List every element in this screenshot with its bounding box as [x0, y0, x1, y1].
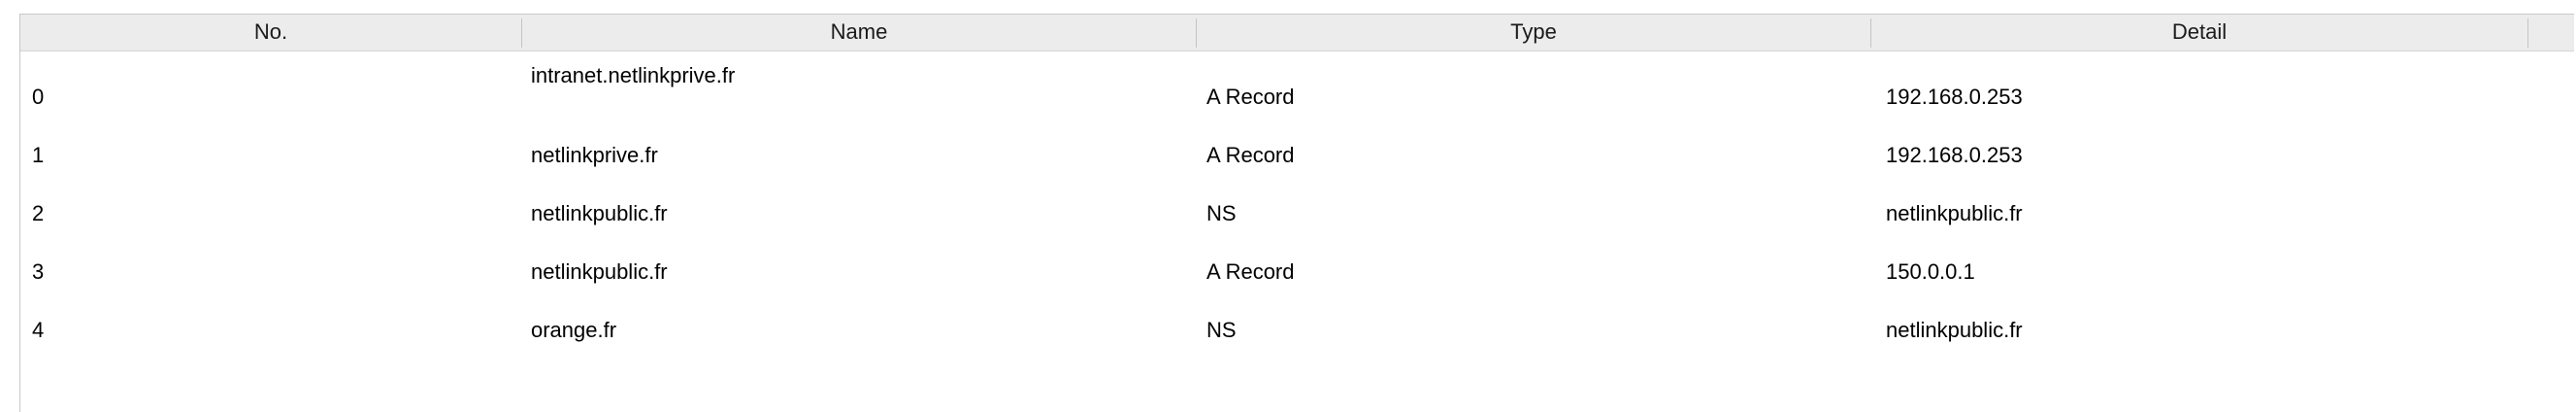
cell-name: intranet.netlinkprive.fr	[531, 63, 736, 87]
cell-detail: netlinkpublic.fr	[1886, 318, 2023, 342]
cell-detail: 192.168.0.253	[1886, 85, 2023, 109]
cell-no: 2	[32, 201, 45, 225]
column-header-name[interactable]: Name	[522, 15, 1196, 51]
table-row[interactable]: 1 netlinkprive.fr A Record 192.168.0.253	[20, 120, 2574, 178]
cell-type: NS	[1206, 201, 1237, 225]
cell-type: A Record	[1206, 143, 1295, 167]
cell-type: A Record	[1206, 85, 1295, 109]
cell-detail: 192.168.0.253	[1886, 143, 2023, 167]
cell-detail: netlinkpublic.fr	[1886, 201, 2023, 225]
cell-type: A Record	[1206, 259, 1295, 284]
column-header-no[interactable]: No.	[20, 15, 521, 51]
table-row[interactable]: 2 netlinkpublic.fr NS netlinkpublic.fr	[20, 178, 2574, 236]
cell-no: 4	[32, 318, 45, 342]
cell-type: NS	[1206, 318, 1237, 342]
cell-no: 0	[32, 85, 45, 109]
cell-name: netlinkpublic.fr	[531, 259, 668, 284]
cell-name: netlinkprive.fr	[531, 143, 658, 167]
table-row[interactable]: 0 intranet.netlinkprive.fr A Record 192.…	[20, 52, 2574, 120]
table-body: 0 intranet.netlinkprive.fr A Record 192.…	[20, 52, 2574, 353]
cell-no: 3	[32, 259, 45, 284]
cell-detail: 150.0.0.1	[1886, 259, 1975, 284]
dns-records-table: No. Name Type Detail 0 intranet.netlinkp…	[19, 14, 2574, 412]
cell-no: 1	[32, 143, 45, 167]
column-header-detail[interactable]: Detail	[1871, 15, 2527, 51]
table-row[interactable]: 3 netlinkpublic.fr A Record 150.0.0.1	[20, 236, 2574, 294]
cell-name: orange.fr	[531, 318, 617, 342]
column-header-type[interactable]: Type	[1197, 15, 1870, 51]
table-header: No. Name Type Detail	[20, 15, 2574, 52]
table-row[interactable]: 4 orange.fr NS netlinkpublic.fr	[20, 294, 2574, 353]
cell-name: netlinkpublic.fr	[531, 201, 668, 225]
column-header-filler	[2528, 15, 2574, 51]
